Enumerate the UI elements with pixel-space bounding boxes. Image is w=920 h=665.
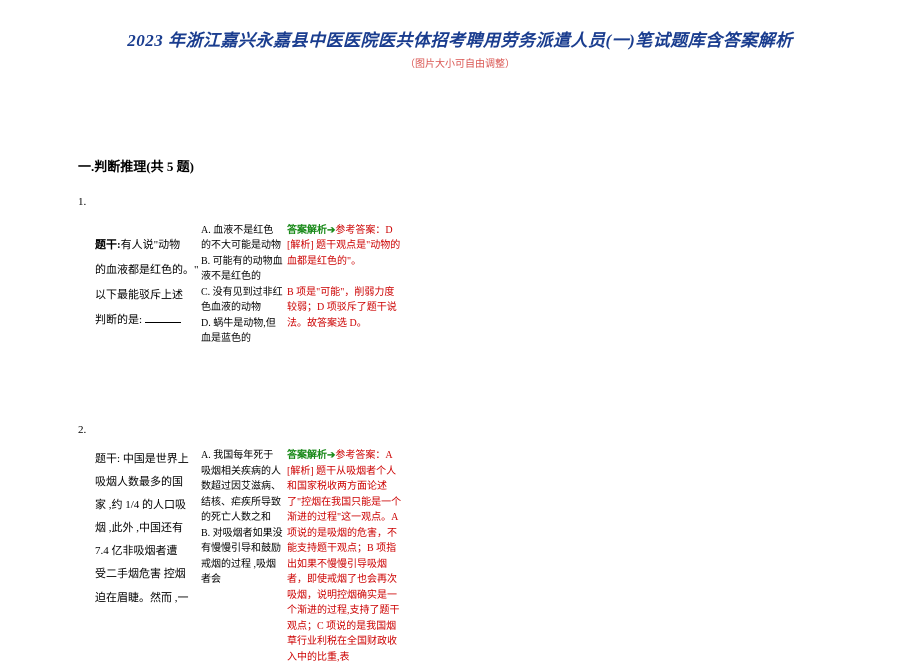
q2-options: A. 我国每年死于吸烟相关疾病的人数超过因艾滋病、结核、疟疾所导致的死亡人数之和… <box>201 448 283 588</box>
q1-opt-d: D. 蜗牛是动物,但血是蓝色的 <box>201 316 283 347</box>
doc-title: 2023 年浙江嘉兴永嘉县中医医院医共体招考聘用劳务派遣人员(一)笔试题库含答案… <box>0 0 920 54</box>
q1-stem-lead: 题干: <box>95 239 121 251</box>
doc-subtitle: （图片大小可自由调整） <box>0 57 920 72</box>
q2-answer: 答案解析➔参考答案：A [解析] 题干从吸烟者个人和国家税收两方面论述了"控烟在… <box>287 448 403 665</box>
q1-container: 题干:有人说"动物的血液都是红色的。"以下最能驳斥上述判断的是: A. 血液不是… <box>95 223 920 347</box>
q1-analysis-2: B 项是"可能"，削弱力度较弱；D 项驳斥了题干说法。故答案选 D。 <box>287 285 403 332</box>
q2-stem-lead: 题干: <box>95 453 120 465</box>
q1-opt-b: B. 可能有的动物血液不是红色的 <box>201 254 283 285</box>
q2-container: 题干: 中国是世界上吸烟人数最多的国家 ,约 1/4 的人口吸烟 ,此外 ,中国… <box>95 448 920 665</box>
q1-ans-label: 答案解析➔ <box>287 225 335 236</box>
q2-analysis: [解析] 题干从吸烟者个人和国家税收两方面论述了"控烟在我国只能是一个渐进的过程… <box>287 464 403 665</box>
q2-ans-label: 答案解析➔ <box>287 450 335 461</box>
q1-ans-ref: 参考答案：D <box>335 225 392 236</box>
q2-opt-a: A. 我国每年死于吸烟相关疾病的人数超过因艾滋病、结核、疟疾所导致的死亡人数之和 <box>201 448 283 526</box>
section-header: 一.判断推理(共 5 题) <box>78 157 920 177</box>
blank-line <box>145 312 181 323</box>
q2-number: 2. <box>78 422 920 439</box>
q2-opt-b: B. 对吸烟者如果没有慢慢引导和鼓励戒烟的过程 ,吸烟者会 <box>201 526 283 588</box>
q1-number: 1. <box>78 194 920 211</box>
q1-stem: 题干:有人说"动物的血液都是红色的。"以下最能驳斥上述判断的是: <box>95 223 201 334</box>
q2-stem: 题干: 中国是世界上吸烟人数最多的国家 ,约 1/4 的人口吸烟 ,此外 ,中国… <box>95 448 201 610</box>
q2-ans-ref: 参考答案：A <box>335 450 392 461</box>
q1-analysis-1: [解析] 题干观点是"动物的血都是红色的"。 <box>287 238 403 269</box>
q1-opt-a: A. 血液不是红色的不大可能是动物 <box>201 223 283 254</box>
q1-answer: 答案解析➔参考答案：D [解析] 题干观点是"动物的血都是红色的"。 B 项是"… <box>287 223 403 332</box>
q1-options: A. 血液不是红色的不大可能是动物 B. 可能有的动物血液不是红色的 C. 没有… <box>201 223 283 347</box>
q1-opt-c: C. 没有见到过非红色血液的动物 <box>201 285 283 316</box>
